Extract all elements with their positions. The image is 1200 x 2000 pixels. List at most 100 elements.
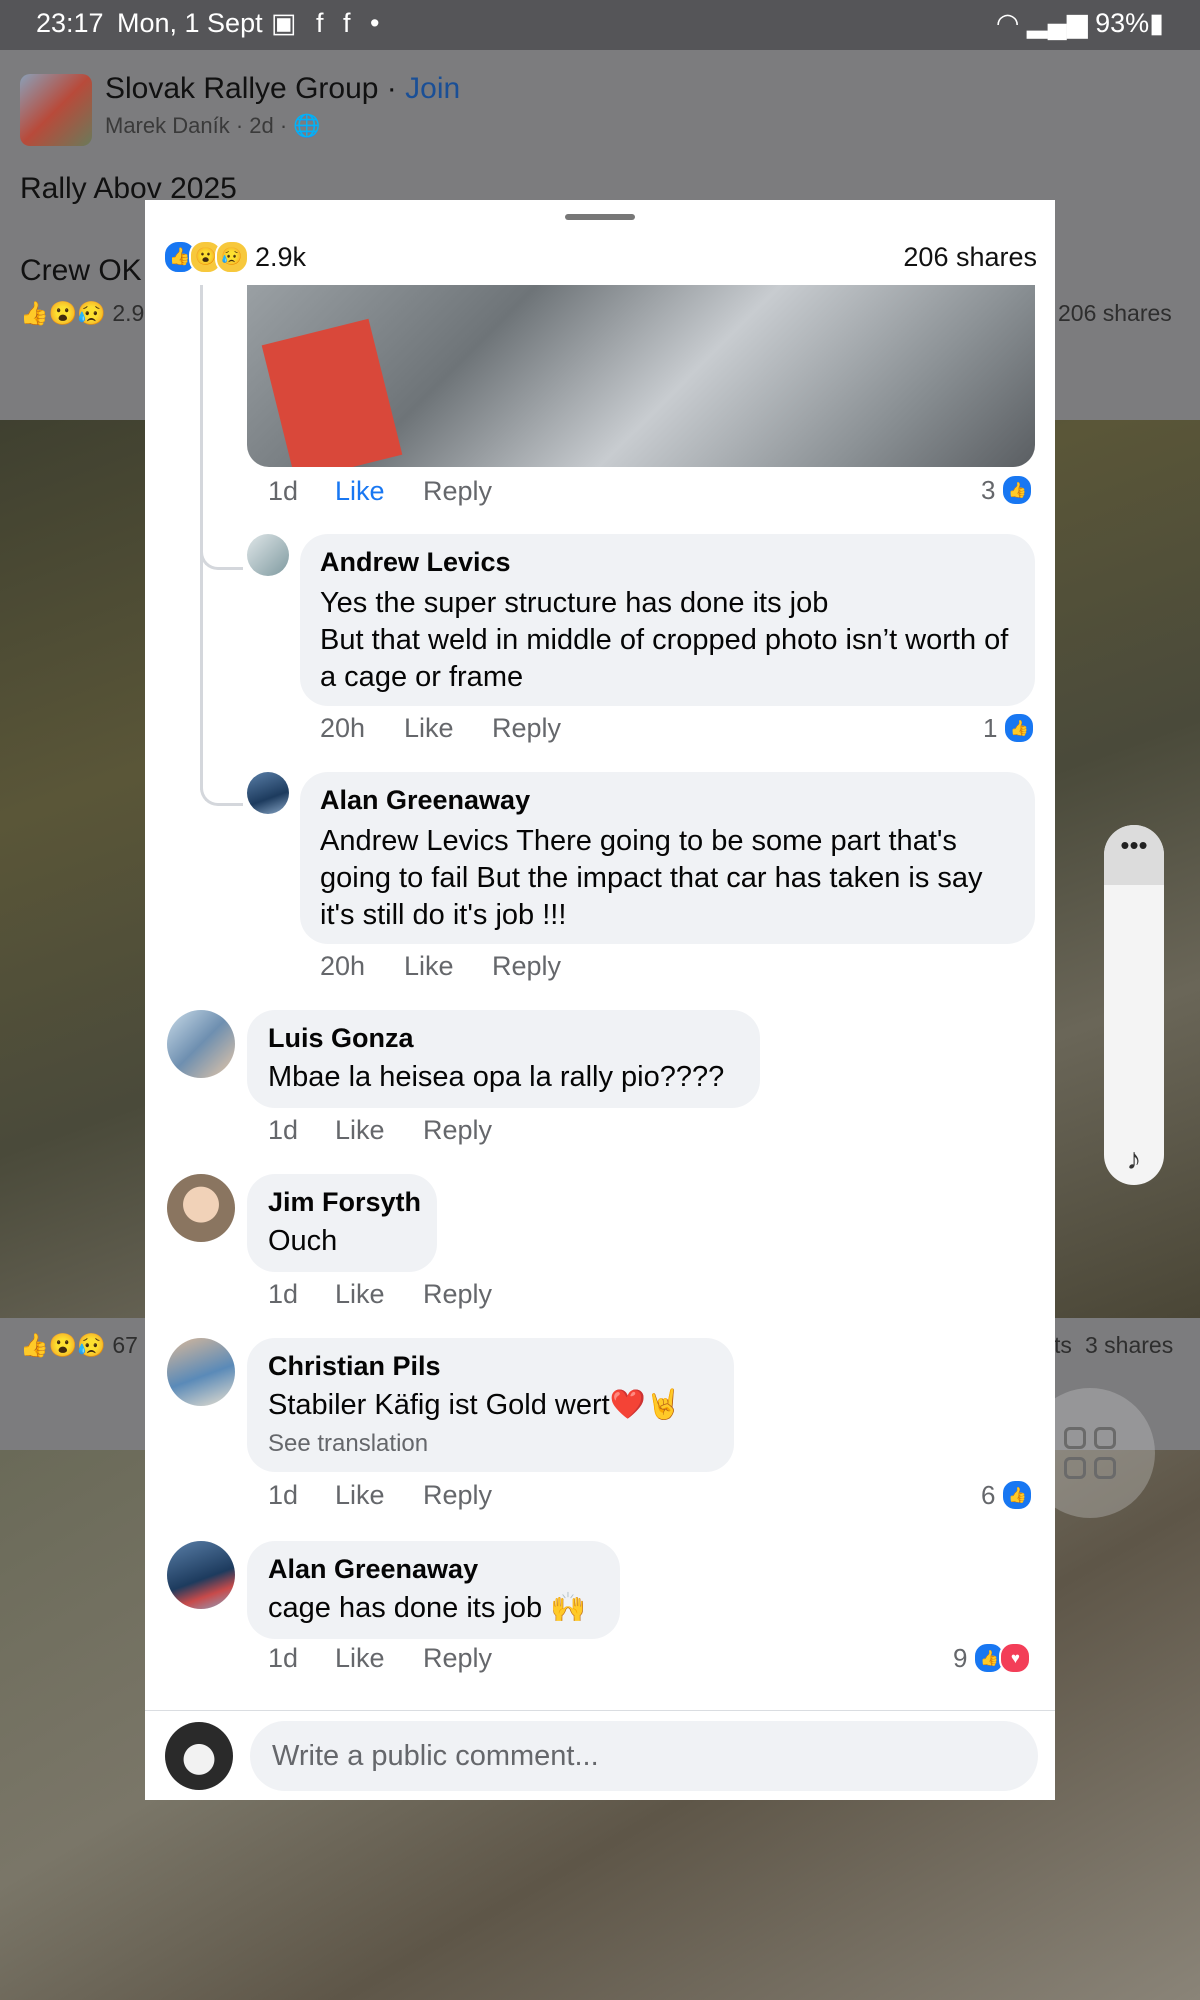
wifi-icon: ◠ (995, 8, 1027, 38)
avatar[interactable] (167, 1541, 235, 1609)
comment-author[interactable]: Luis Gonza (268, 1023, 414, 1054)
post-meta: Marek Daník · 2d · 🌐 (105, 113, 321, 139)
group-name[interactable]: Slovak Rallye Group · Join (105, 72, 460, 106)
like-reaction-icon: 👍 (20, 300, 49, 326)
reply-button[interactable]: Reply (423, 1279, 492, 1310)
comment-time: 1d (268, 1643, 299, 1673)
like-button[interactable]: Like (335, 476, 385, 507)
comment-reaction-number: 9 (953, 1642, 968, 1673)
reaction-summary[interactable]: 👍 😮 😥 2.9k 206 shares (163, 236, 1037, 280)
reply-button[interactable]: Reply (423, 1115, 492, 1146)
comment-composer: Write a public comment... (145, 1710, 1055, 1800)
comment-attached-photo[interactable] (247, 285, 1035, 467)
sad-reaction-icon: 😥 (215, 240, 249, 274)
apps-grid-icon (1064, 1427, 1116, 1479)
comment-reaction-count[interactable]: 9 👍 ♥ (953, 1642, 1032, 1674)
reply-connector (200, 781, 243, 806)
love-reaction-icon: ♥ (999, 1642, 1032, 1674)
bg-shares-2[interactable]: 3 shares (1085, 1332, 1173, 1359)
comment-input[interactable]: Write a public comment... (250, 1721, 1038, 1791)
bg-shares[interactable]: 206 shares (1058, 300, 1172, 327)
reply-button[interactable]: Reply (423, 1643, 492, 1674)
shares-count[interactable]: 206 shares (903, 242, 1037, 273)
like-reaction-icon: 👍 (1003, 712, 1036, 744)
wow-reaction-icon: 😮 (48, 300, 78, 326)
comment-text: Ouch (268, 1225, 338, 1257)
group-avatar[interactable] (20, 74, 92, 146)
music-icon[interactable]: ♪ (1104, 1143, 1164, 1177)
comment-actions: 20h Like Reply (145, 713, 1055, 749)
comment-reaction-number: 6 (981, 1479, 996, 1510)
sad-reaction-icon: 😥 (77, 1332, 106, 1358)
comment-time: 1d (268, 1279, 299, 1309)
like-reaction-icon: 👍 (1001, 1479, 1034, 1511)
like-button[interactable]: Like (404, 951, 454, 982)
photo-detail (261, 318, 403, 467)
avatar[interactable] (167, 1174, 235, 1242)
battery-icon: ▮ (1149, 8, 1164, 38)
comment-author[interactable]: Jim Forsyth (268, 1187, 421, 1218)
reply-button[interactable]: Reply (492, 713, 561, 744)
avatar[interactable] (247, 534, 289, 576)
comment-author[interactable]: Alan Greenaway (320, 785, 530, 816)
status-bar: 23:17 Mon, 1 Sept ▣ f f • ◠ ▂▄▆ 93%▮ (0, 0, 1200, 50)
reply-button[interactable]: Reply (492, 951, 561, 982)
bg-partial-text: ts (1054, 1332, 1072, 1358)
like-button[interactable]: Like (404, 713, 454, 744)
post-author-meta[interactable]: Marek Daník · 2d · (105, 113, 293, 138)
comment-reaction-count[interactable]: 1 👍 (983, 712, 1036, 744)
status-time: 23:17 (36, 8, 104, 38)
signal-icon: ▂▄▆ (1026, 8, 1096, 38)
battery-level: 93% (1095, 8, 1150, 38)
like-button[interactable]: Like (335, 1643, 385, 1674)
comment-reaction-count[interactable]: 3 👍 (981, 474, 1034, 506)
comment-actions: 1d Like Reply (145, 1643, 1055, 1679)
current-user-avatar[interactable] (165, 1722, 233, 1790)
bg-reaction-count-2: 67 (112, 1332, 138, 1358)
comment-reaction-count[interactable]: 6 👍 (981, 1479, 1034, 1511)
reply-button[interactable]: Reply (423, 1480, 492, 1511)
notification-icons: ▣ f f • (271, 8, 386, 38)
comment-time: 1d (268, 1480, 299, 1510)
drag-handle[interactable] (565, 214, 635, 220)
like-reaction-icon: 👍 (1001, 474, 1034, 506)
comment-author[interactable]: Christian Pils (268, 1351, 441, 1382)
reply-button[interactable]: Reply (423, 476, 492, 507)
comment-time: 20h (320, 951, 366, 981)
comment-actions: 1d Like Reply (145, 1279, 1055, 1315)
avatar[interactable] (167, 1010, 235, 1078)
bg-reaction-summary: 👍😮😥 2.9 (20, 300, 144, 327)
comment-text: Andrew Levics There going to be some par… (320, 825, 983, 931)
comment-text: Stabiler Käfig ist Gold wert❤️🤘 (268, 1389, 682, 1421)
comments-sheet[interactable]: 👍 😮 😥 2.9k 206 shares 1d Like Reply 3 👍 A… (145, 200, 1055, 1800)
floating-media-widget[interactable]: ••• ♪ (1104, 825, 1164, 1185)
comment-actions: 1d Like Reply (145, 1480, 1055, 1516)
comment-thread[interactable]: 1d Like Reply 3 👍 Andrew Levics Yes the s… (145, 285, 1055, 1710)
wow-reaction-icon: 😮 (48, 1332, 78, 1358)
see-translation-link[interactable]: See translation (268, 1430, 428, 1458)
reply-connector (200, 545, 243, 570)
avatar[interactable] (167, 1338, 235, 1406)
comment-author[interactable]: Andrew Levics (320, 547, 511, 578)
comment-text: Mbae la heisea opa la rally pio???? (268, 1061, 725, 1093)
comment-actions: 1d Like Reply (145, 1115, 1055, 1151)
like-button[interactable]: Like (335, 1279, 385, 1310)
reaction-icons: 👍 😮 😥 (163, 240, 249, 274)
status-right: ◠ ▂▄▆ 93%▮ (996, 8, 1164, 39)
comment-time: 1d (268, 476, 299, 506)
reaction-total[interactable]: 2.9k (255, 242, 306, 273)
group-name-text[interactable]: Slovak Rallye Group (105, 72, 378, 105)
comment-time: 20h (320, 713, 366, 743)
like-button[interactable]: Like (335, 1480, 385, 1511)
like-reaction-icon: 👍 (20, 1332, 49, 1358)
status-date: Mon, 1 Sept (117, 8, 263, 38)
more-dots-icon[interactable]: ••• (1104, 825, 1164, 885)
like-button[interactable]: Like (335, 1115, 385, 1146)
separator: · (378, 72, 406, 105)
join-link[interactable]: Join (405, 72, 460, 105)
bg-reaction-count: 2.9 (112, 300, 145, 326)
comment-author[interactable]: Alan Greenaway (268, 1554, 478, 1585)
bg-reaction-summary-2: 👍😮😥 67 (20, 1332, 138, 1359)
comment-reaction-number: 3 (981, 474, 996, 505)
avatar[interactable] (247, 772, 289, 814)
